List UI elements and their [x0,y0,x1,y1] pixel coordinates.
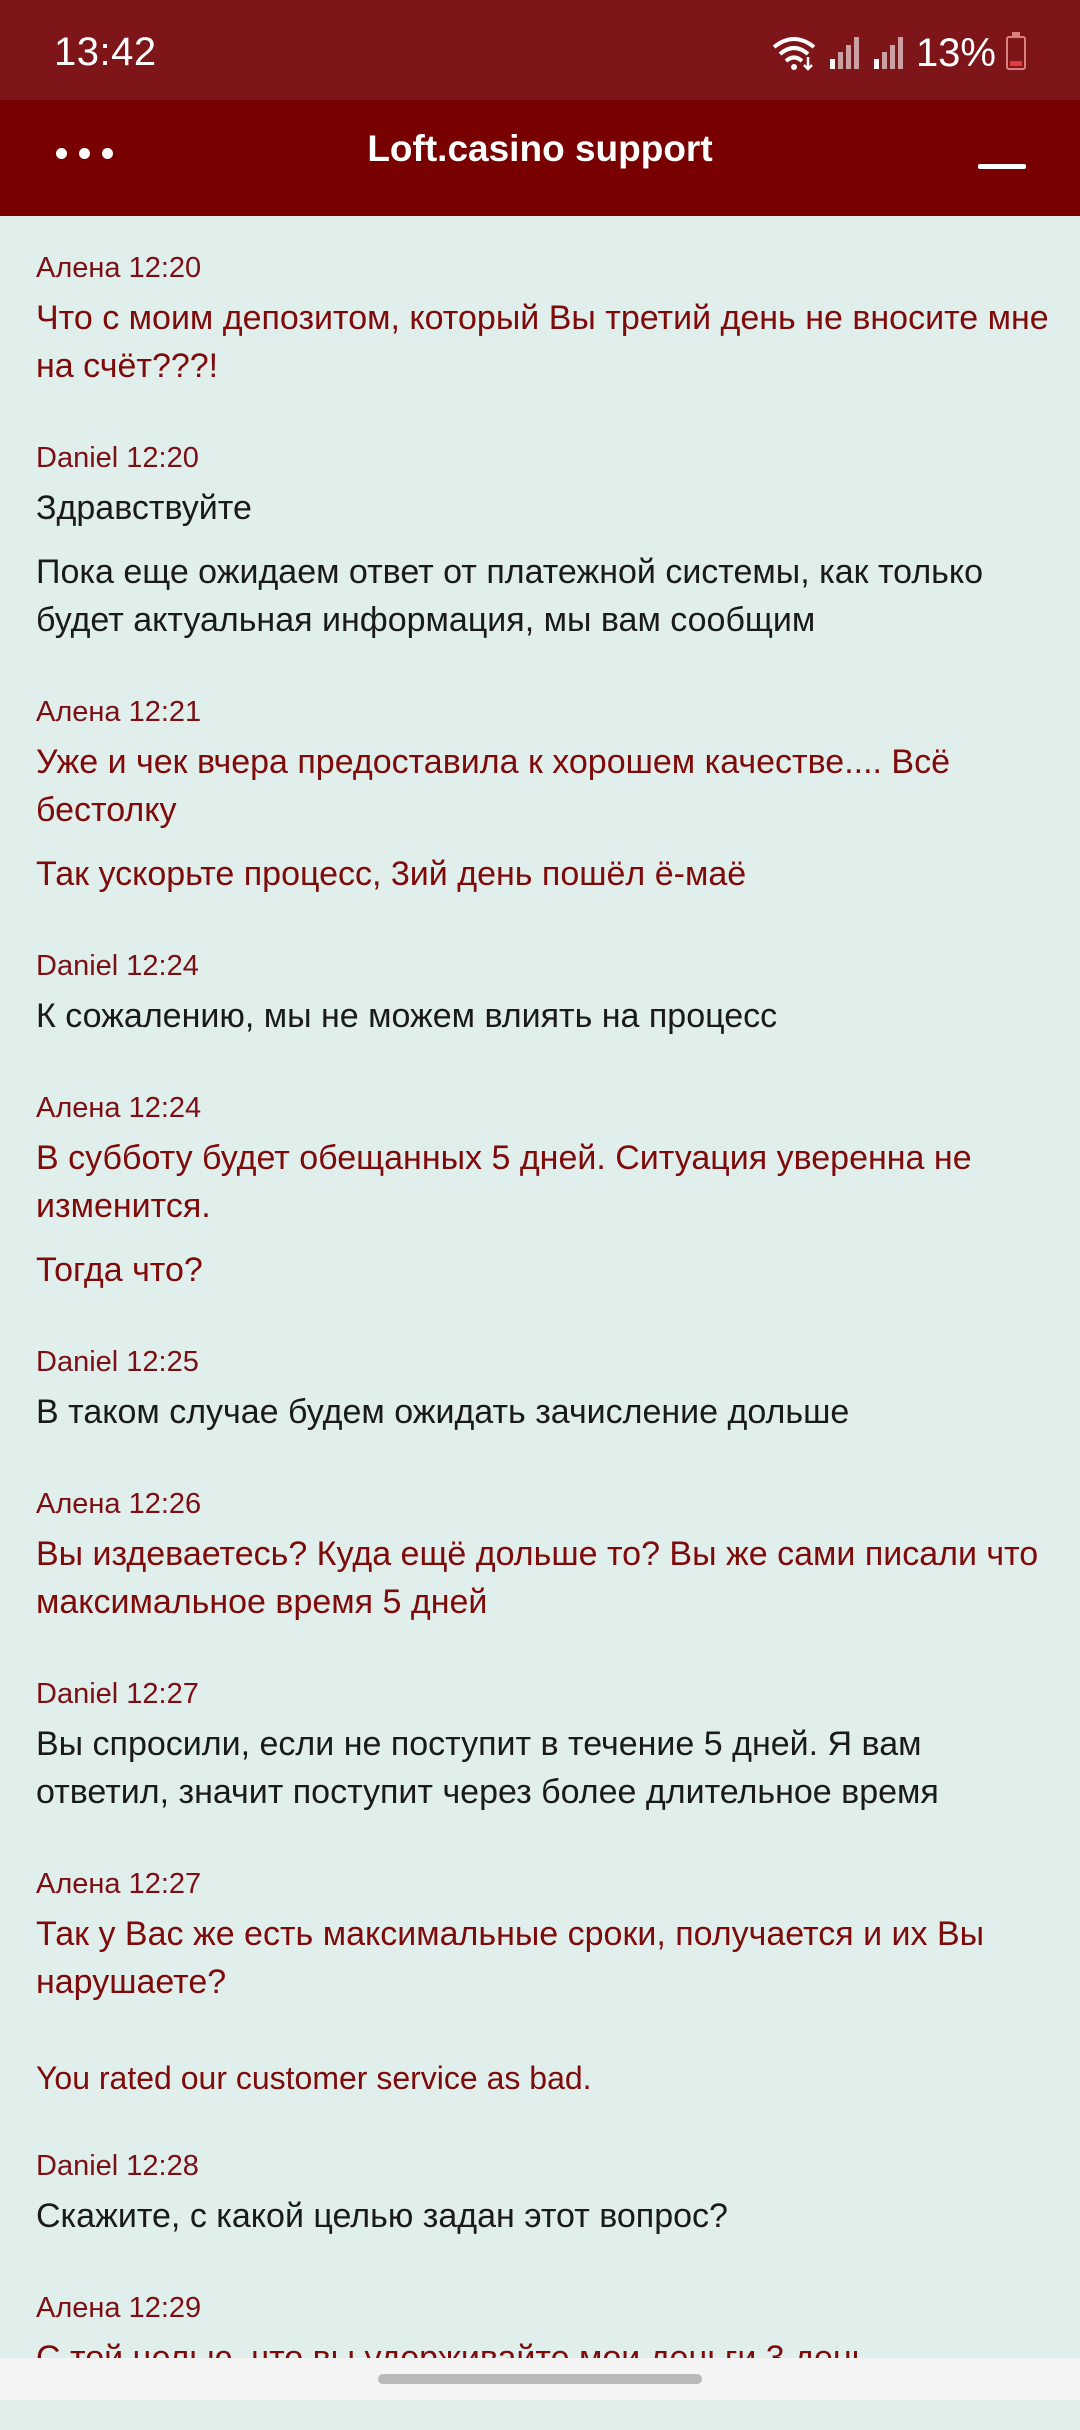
message-author: Алена [36,1488,121,1520]
message-group: Daniel 12:28 Скажите, с какой целью задан… [36,2146,1056,2240]
message-time: 12:20 [126,442,199,474]
message-text: Тогда что? [36,1251,203,1289]
wifi-icon [772,37,816,71]
message-time: 12:28 [126,2150,199,2182]
message-time: 12:26 [128,1488,202,1520]
message-group: Алена 12:26 Вы издеваетесь? Куда ещё доль… [36,1484,1056,1626]
message-time: 12:27 [126,1678,199,1710]
message-header: Daniel 12:28 [36,2146,1056,2186]
message-text: Так ускорьте процесс, 3ий день пошёл ё-м… [36,855,747,893]
message-group: Алена 12:27 Так у Вас же есть максимальны… [36,1864,1056,2006]
message-group: Daniel 12:27 Вы спросили, если не поступи… [36,1674,1056,1816]
navigation-bar [0,2358,1080,2400]
message-header: Daniel 12:20 [36,438,1056,478]
message-text: Пока еще ожидаем ответ от платежной сист… [36,553,984,639]
chat-transcript: Алена 12:20 Что с моим депозитом, который… [36,248,1056,2430]
message-header: Алена 12:29 [36,2288,1056,2328]
message-text: К сожалению, мы не можем влиять на проце… [36,997,778,1035]
message-header: Алена 12:26 [36,1484,1056,1524]
message-text: Вы спросили, если не поступит в течение … [36,1725,939,1811]
message-text: Уже и чек вчера предоставила к хорошем к… [36,743,951,829]
message-time: 12:27 [128,1868,202,1900]
message-text: Что с моим депозитом, который Вы третий … [36,299,1049,385]
message-text: Здравствуйте [36,489,252,527]
message-header: Алена 12:21 [36,692,1056,732]
message-time: 12:24 [126,950,199,982]
message-author: Daniel [36,950,119,982]
message-group: Алена 12:24 В субботу будет обещанных 5 д… [36,1088,1056,1294]
message-time: 12:24 [128,1092,202,1124]
message-author: Алена [36,1092,121,1124]
message-group: Алена 12:21 Уже и чек вчера предоставила … [36,692,1056,898]
message-group: Daniel 12:25 В таком случае будем ожидать… [36,1342,1056,1436]
message-text: Вы издеваетесь? Куда ещё дольше то? Вы ж… [36,1535,1039,1621]
message-text: Так у Вас же есть максимальные сроки, по… [36,1915,985,2001]
status-bar: 13:42 13% [0,0,1080,100]
message-author: Алена [36,252,121,284]
message-header: Алена 12:20 [36,248,1056,288]
message-time: 12:29 [128,2292,202,2324]
message-author: Daniel [36,442,119,474]
chat-title: Loft.casino support [367,128,713,169]
message-time: 12:21 [128,696,202,728]
home-gesture-handle[interactable] [378,2374,702,2384]
message-time: 12:20 [128,252,202,284]
message-header: Daniel 12:24 [36,946,1056,986]
message-header: Алена 12:24 [36,1088,1056,1128]
signal-icon-2 [873,37,903,69]
message-time: 12:25 [126,1346,199,1378]
message-text: Скажите, с какой целью задан этот вопрос… [36,2197,728,2235]
status-icons: 13% [770,30,1026,76]
message-author: Алена [36,1868,121,1900]
message-group: Daniel 12:20 Здравствуйте Пока еще ожидаем… [36,438,1056,644]
message-header: Алена 12:27 [36,1864,1056,1904]
message-header: Daniel 12:25 [36,1342,1056,1382]
signal-icon [829,37,859,69]
message-group: Алена 12:20 Что с моим депозитом, который… [36,248,1056,390]
message-text: В таком случае будем ожидать зачисление … [36,1393,850,1431]
message-author: Daniel [36,2150,119,2182]
battery-icon [1006,32,1026,70]
message-text: В субботу будет обещанных 5 дней. Ситуац… [36,1139,972,1225]
minimize-icon[interactable] [978,164,1026,169]
message-author: Daniel [36,1678,119,1710]
message-author: Алена [36,2292,121,2324]
message-author: Алена [36,696,121,728]
message-header: Daniel 12:27 [36,1674,1056,1714]
message-group: Daniel 12:24 К сожалению, мы не можем вли… [36,946,1056,1040]
message-author: Daniel [36,1346,119,1378]
rating-note: You rated our customer service as bad. [36,2060,592,2096]
chat-header: Loft.casino support [0,100,1080,216]
status-time: 13:42 [54,30,157,74]
battery-percent: 13% [915,30,996,75]
